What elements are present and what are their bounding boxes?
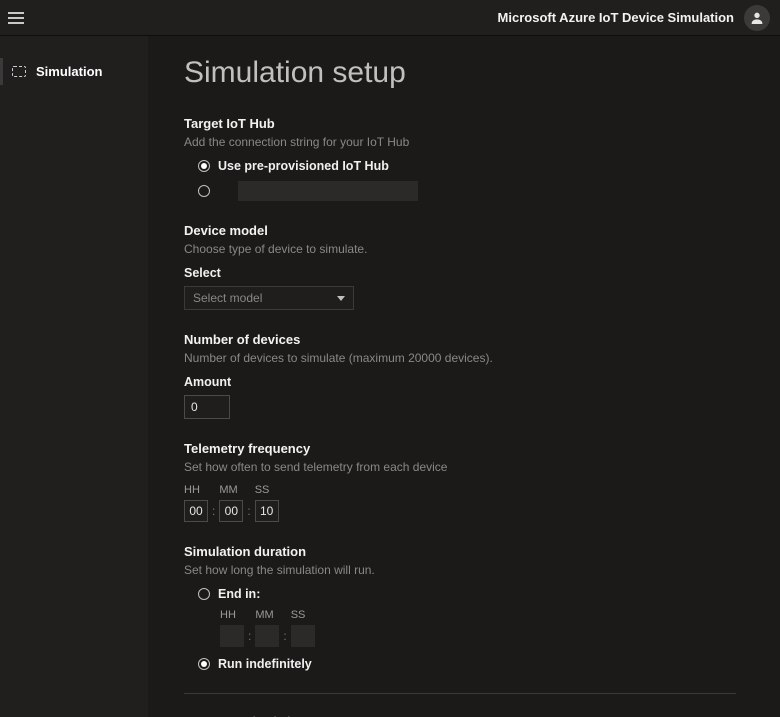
app-header: Microsoft Azure IoT Device Simulation	[0, 0, 780, 36]
radio-custom-connection[interactable]	[198, 185, 210, 197]
telemetry-ss-input[interactable]	[255, 500, 279, 522]
duration-subtitle: Set how long the simulation will run.	[184, 563, 736, 577]
radio-run-indefinitely-label: Run indefinitely	[218, 657, 312, 671]
duration-ss-input[interactable]	[291, 625, 315, 647]
amount-input[interactable]	[184, 395, 230, 419]
divider	[184, 693, 736, 694]
telemetry-ss-label: SS	[255, 484, 279, 496]
sidebar-item-label: Simulation	[36, 64, 102, 79]
radio-run-indefinitely[interactable]	[198, 658, 210, 670]
amount-label: Amount	[184, 375, 736, 389]
telemetry-title: Telemetry frequency	[184, 441, 736, 456]
num-devices-title: Number of devices	[184, 332, 736, 347]
device-model-select-label: Select	[184, 266, 736, 280]
main-content: Simulation setup Target IoT Hub Add the …	[148, 36, 780, 717]
device-model-select[interactable]: Select model	[184, 286, 354, 310]
duration-hh-input[interactable]	[220, 625, 244, 647]
device-model-placeholder: Select model	[193, 291, 262, 305]
page-title: Simulation setup	[184, 56, 736, 90]
radio-preprovisioned-label: Use pre-provisioned IoT Hub	[218, 159, 389, 173]
user-avatar[interactable]	[744, 5, 770, 31]
connection-string-input[interactable]	[238, 181, 418, 201]
radio-preprovisioned[interactable]	[198, 160, 210, 172]
radio-end-in[interactable]	[198, 588, 210, 600]
section-num-devices: Number of devices Number of devices to s…	[184, 332, 736, 419]
duration-title: Simulation duration	[184, 544, 736, 559]
hamburger-icon[interactable]	[8, 11, 26, 25]
duration-mm-input[interactable]	[255, 625, 279, 647]
app-title: Microsoft Azure IoT Device Simulation	[498, 10, 734, 25]
simulation-icon	[12, 66, 26, 77]
num-devices-subtitle: Number of devices to simulate (maximum 2…	[184, 351, 736, 365]
duration-hh-label: HH	[220, 609, 244, 621]
sidebar-item-simulation[interactable]: Simulation	[0, 58, 148, 85]
duration-mm-label: MM	[255, 609, 279, 621]
section-target-hub: Target IoT Hub Add the connection string…	[184, 116, 736, 201]
device-model-subtitle: Choose type of device to simulate.	[184, 242, 736, 256]
section-device-model: Device model Choose type of device to si…	[184, 223, 736, 310]
target-hub-title: Target IoT Hub	[184, 116, 736, 131]
telemetry-hh-label: HH	[184, 484, 208, 496]
telemetry-mm-input[interactable]	[219, 500, 243, 522]
telemetry-subtitle: Set how often to send telemetry from eac…	[184, 460, 736, 474]
chevron-down-icon	[337, 296, 345, 301]
device-model-title: Device model	[184, 223, 736, 238]
duration-ss-label: SS	[291, 609, 315, 621]
radio-end-in-label: End in:	[218, 587, 260, 601]
telemetry-hh-input[interactable]	[184, 500, 208, 522]
section-telemetry: Telemetry frequency Set how often to sen…	[184, 441, 736, 522]
target-hub-subtitle: Add the connection string for your IoT H…	[184, 135, 736, 149]
sidebar: Simulation	[0, 36, 148, 717]
user-icon	[749, 10, 765, 26]
section-duration: Simulation duration Set how long the sim…	[184, 544, 736, 671]
telemetry-mm-label: MM	[219, 484, 243, 496]
